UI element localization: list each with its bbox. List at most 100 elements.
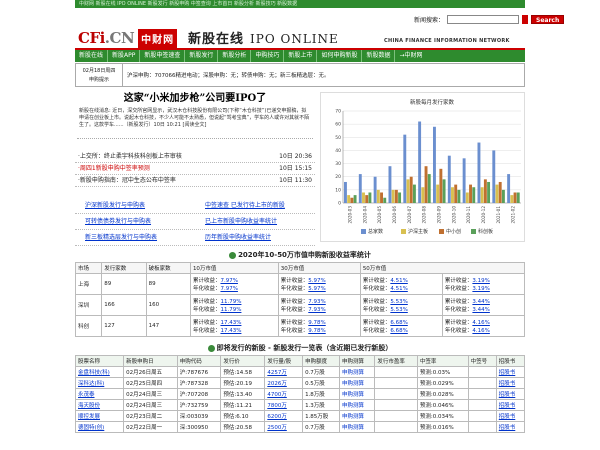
rate-return-cell: 累计收益：5.97% 年化收益：5.97% [277, 273, 361, 295]
nav-item[interactable]: 新股申签速查 [140, 50, 186, 62]
return-value[interactable]: 6.68% [390, 328, 407, 334]
prospectus-link[interactable]: 招股书 [495, 377, 526, 389]
bar [492, 150, 496, 203]
rate-header: 发行家数 [101, 262, 147, 274]
upcoming-cell: 0.7万股 [302, 421, 340, 433]
bar [462, 158, 466, 203]
calc-button[interactable]: 申购测算 [338, 421, 376, 433]
search-button[interactable]: Search [531, 14, 565, 24]
return-value[interactable]: 3.19% [472, 286, 489, 292]
upcoming-cell: 深:300950 [176, 421, 222, 433]
nav-item[interactable]: 申购技巧 [251, 50, 285, 62]
issue-volume-link[interactable]: 2026万 [264, 377, 304, 389]
bar [477, 142, 481, 203]
issue-volume-link[interactable]: 4700万 [264, 388, 304, 400]
logo[interactable]: CFi.CN 中财网 [78, 28, 178, 48]
rate-cell: 科创 [74, 315, 103, 337]
legend-swatch [471, 229, 476, 234]
rate-cell: 166 [101, 294, 147, 316]
upcoming-cell: 预估:20.19 [220, 377, 266, 389]
stock-name-link[interactable]: 顺控发展 [74, 410, 125, 422]
upcoming-cell [374, 388, 418, 400]
search-icon[interactable] [522, 14, 529, 24]
prospectus-link[interactable]: 招股书 [495, 399, 526, 411]
calc-button[interactable]: 申购测算 [338, 399, 376, 411]
nav-item[interactable]: 如何申购新股 [317, 50, 363, 62]
rate-header: 10万市值 [189, 262, 279, 274]
stock-name-link[interactable]: 海天股份 [74, 399, 125, 411]
stock-name-link[interactable]: 金盘科技(科) [74, 366, 125, 378]
news-item-title[interactable]: ·新股申购指南：冠中生态公布中签率 [78, 175, 176, 186]
return-value[interactable]: 4.51% [390, 286, 407, 292]
return-value[interactable]: 11.79% [220, 307, 241, 313]
news-item-time: 10日 11:30 [279, 177, 312, 184]
chart-svg: 新股每月发行家数 0 10 20 30 40 50 60 70 2020-03 2020-04 202… [335, 98, 521, 235]
quick-link[interactable]: 历年新股申购收益率统计 [195, 230, 315, 245]
nav-item[interactable]: 新股在线 [75, 50, 109, 62]
prospectus-link[interactable]: 招股书 [495, 410, 526, 422]
bar [447, 155, 451, 203]
prospectus-link[interactable]: 招股书 [495, 366, 526, 378]
quick-link[interactable]: 沪深新股发行与申购表 [75, 198, 195, 213]
upcoming-cell [467, 388, 497, 400]
news-item[interactable]: ·周四1新股申购中签率预测 10日 15:15 [75, 163, 315, 175]
rate-return-cell: 累计收益：3.19% 年化收益：3.19% [441, 273, 526, 295]
quick-link[interactable]: 可转债债券发行与申购表 [75, 214, 195, 229]
upcoming-cell: 沪:787676 [176, 366, 222, 378]
link-row: 新三板精选层发行与申购表 历年新股申购收益率统计 [75, 230, 315, 246]
issue-volume-link[interactable]: 7800万 [264, 399, 304, 411]
issue-volume-link[interactable]: 6200万 [264, 410, 304, 422]
prospectus-link[interactable]: 招股书 [495, 388, 526, 400]
nav-item[interactable]: 新股分析 [218, 50, 252, 62]
x-tick-label: 2020-09 [436, 206, 441, 224]
calc-button[interactable]: 申购测算 [338, 366, 376, 378]
return-value[interactable]: 9.78% [308, 328, 325, 334]
calc-button[interactable]: 申购测算 [338, 388, 376, 400]
rate-return-cell: 累计收益：6.68% 年化收益：6.68% [359, 315, 443, 337]
notice-box: 02月18日周四 申购提示 沪深申购：707066精进电动；深股申购：无；转债申… [75, 63, 525, 87]
bar [465, 192, 469, 203]
bar [457, 189, 461, 203]
nav-item[interactable]: 新股上市 [284, 50, 318, 62]
search-bar: 新闻搜索： Search [414, 14, 565, 24]
upcoming-cell: 沪:732759 [176, 399, 222, 411]
upcoming-cell [467, 377, 497, 389]
issue-volume-link[interactable]: 4257万 [264, 366, 304, 378]
y-tick-label: 30 [335, 161, 341, 167]
upcoming-cell [374, 410, 418, 422]
news-headline[interactable]: 这家“小米加步枪”公司要IPO了 [75, 92, 315, 106]
news-item[interactable]: ·新股申购指南：冠中生态公布中签率 10日 11:30 [75, 175, 315, 187]
return-value[interactable]: 3.44% [472, 307, 489, 313]
return-value[interactable]: 7.93% [308, 307, 325, 313]
calc-button[interactable]: 申购测算 [338, 377, 376, 389]
upcoming-cell: 0.7万股 [302, 366, 340, 378]
news-item-title[interactable]: ·上交所：终止柔宇科技科创板上市审核 [78, 151, 182, 162]
upcoming-header: 中签号 [467, 355, 497, 367]
return-value[interactable]: 4.16% [472, 328, 489, 334]
prospectus-link[interactable]: 招股书 [495, 421, 526, 433]
nav-item[interactable]: 新股发行 [185, 50, 219, 62]
nav-item[interactable]: 新股APP [108, 50, 141, 62]
quick-link[interactable]: 中签速查 已发行待上市的新股 [195, 198, 315, 213]
stock-name-link[interactable]: 永茂泰 [74, 388, 125, 400]
stock-name-link[interactable]: 德固特(创) [74, 421, 125, 433]
upcoming-cell: 预估:14.58 [220, 366, 266, 378]
return-value[interactable]: 7.97% [220, 286, 237, 292]
bar [498, 181, 502, 203]
quick-link[interactable]: 已上市新股申购收益率统计 [195, 214, 315, 229]
return-value[interactable]: 17.43% [220, 328, 241, 334]
news-item[interactable]: ·上交所：终止柔宇科技科创板上市审核 10日 20:36 [75, 151, 315, 163]
bar [388, 166, 392, 203]
return-value[interactable]: 5.53% [390, 307, 407, 313]
legend-swatch [401, 229, 406, 234]
quick-link[interactable]: 新三板精选层发行与申购表 [75, 230, 195, 245]
nav-item[interactable]: →中财网 [395, 50, 426, 62]
news-item-title[interactable]: ·周四1新股申购中签率预测 [78, 163, 150, 174]
issue-volume-link[interactable]: 2500万 [264, 421, 304, 433]
stock-name-link[interactable]: 深科达(科) [74, 377, 125, 389]
calc-button[interactable]: 申购测算 [338, 410, 376, 422]
return-value[interactable]: 5.97% [308, 286, 325, 292]
search-input[interactable] [447, 14, 520, 24]
nav-item[interactable]: 新股数据 [362, 50, 396, 62]
rate-cell: 深圳 [74, 294, 103, 316]
